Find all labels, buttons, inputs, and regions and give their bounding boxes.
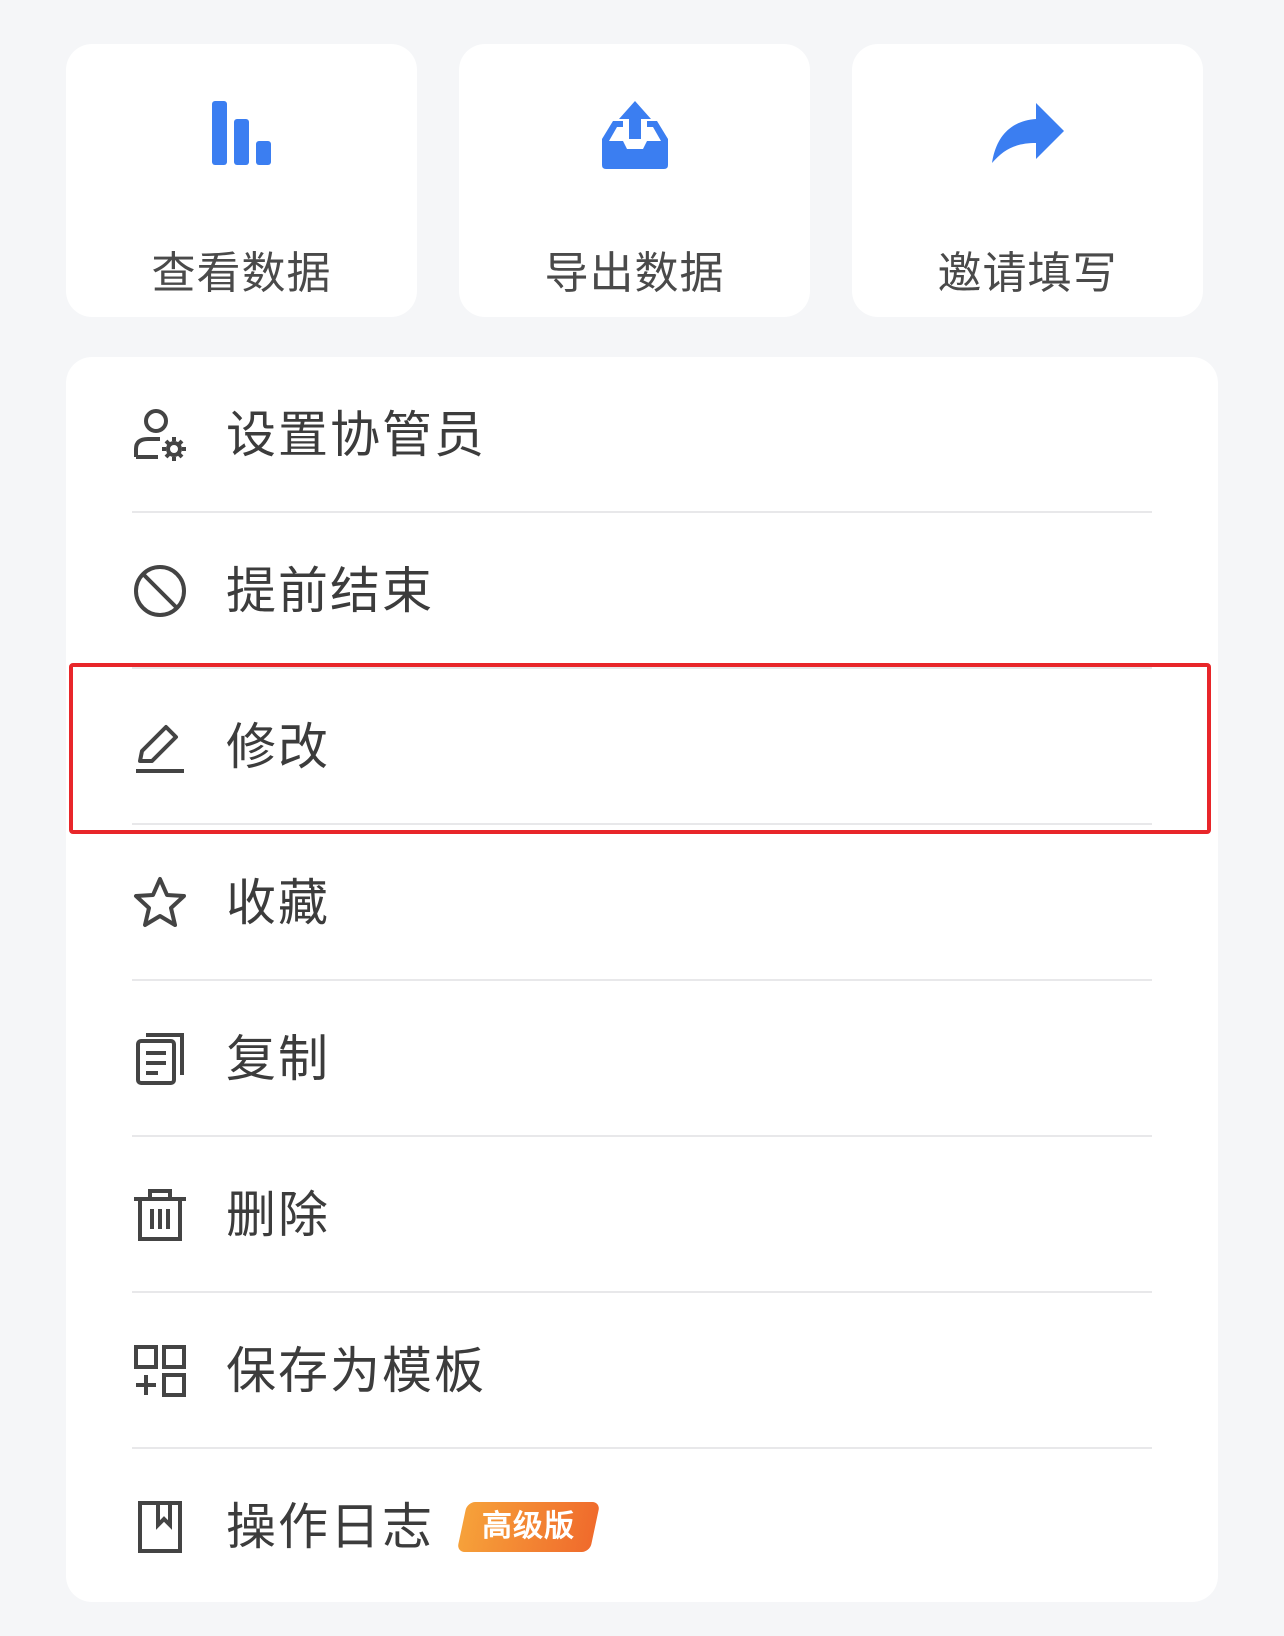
menu-item-save-template[interactable]: 保存为模板: [66, 1293, 1218, 1449]
share-arrow-icon: [991, 99, 1064, 171]
menu-item-end-early[interactable]: 提前结束: [66, 513, 1218, 669]
log-book-icon: [132, 1499, 188, 1555]
menu-item-favorite[interactable]: 收藏: [66, 825, 1218, 981]
menu-item-label: 收藏: [226, 874, 330, 932]
trash-icon: [132, 1187, 188, 1243]
invite-fill-label: 邀请填写: [937, 248, 1118, 299]
export-data-button[interactable]: 导出数据: [459, 44, 810, 317]
template-icon: [132, 1343, 188, 1399]
premium-badge: 高级版: [456, 1502, 601, 1552]
user-gear-icon: [132, 407, 188, 463]
bar-chart-icon: [206, 99, 278, 171]
menu-item-label: 删除: [226, 1186, 330, 1244]
menu-item-label: 操作日志: [226, 1498, 434, 1556]
premium-badge-label: 高级版: [482, 1509, 575, 1544]
menu-item-label: 提前结束: [226, 562, 434, 620]
menu-item-label: 保存为模板: [226, 1342, 486, 1400]
menu-item-edit[interactable]: 修改: [66, 669, 1218, 825]
star-icon: [132, 875, 188, 931]
menu-item-label: 设置协管员: [226, 406, 486, 464]
view-data-button[interactable]: 查看数据: [66, 44, 417, 317]
menu-item-operation-log[interactable]: 操作日志 高级版: [66, 1449, 1218, 1605]
menu-item-label: 复制: [226, 1030, 330, 1088]
menu-item-copy[interactable]: 复制: [66, 981, 1218, 1137]
pencil-icon: [132, 719, 188, 775]
export-icon: [599, 99, 671, 171]
action-sheet: 查看数据 导出数据 邀请填写 设置协管员 提前结束 修改 收藏 复制 删除 保存…: [0, 0, 1284, 1636]
export-data-label: 导出数据: [544, 248, 725, 299]
menu-item-set-co-admin[interactable]: 设置协管员: [66, 357, 1218, 513]
menu-panel: 设置协管员 提前结束 修改 收藏 复制 删除 保存为模板 操作日志 高级版: [66, 357, 1218, 1602]
menu-item-label: 修改: [226, 718, 330, 776]
ban-icon: [132, 563, 188, 619]
view-data-label: 查看数据: [151, 248, 332, 299]
menu-item-delete[interactable]: 删除: [66, 1137, 1218, 1293]
invite-fill-button[interactable]: 邀请填写: [852, 44, 1203, 317]
copy-icon: [132, 1031, 188, 1087]
